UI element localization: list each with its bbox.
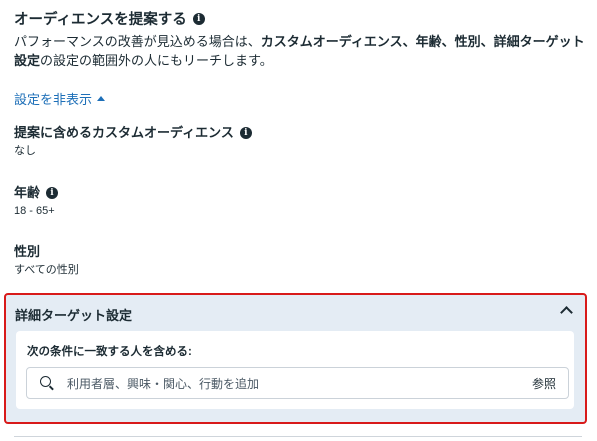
suggest-desc-suffix: の設定の範囲外の人にもリーチします。 (40, 53, 273, 68)
chevron-up-icon[interactable] (560, 306, 573, 319)
browse-button[interactable]: 参照 (532, 375, 556, 392)
hide-settings-label: 設定を非表示 (14, 92, 93, 107)
suggest-audience-title-text: オーディエンスを提案する (14, 12, 187, 28)
age-field: 年齢 i 18 - 65+ (14, 184, 59, 219)
targeting-search-input[interactable] (65, 372, 509, 396)
hide-settings-link[interactable]: 設定を非表示 (14, 89, 106, 108)
detailed-targeting-panel: 次の条件に一致する人を含める: 参照 (16, 331, 574, 409)
detailed-targeting-title: 詳細ターゲット設定 (15, 308, 133, 323)
caret-up-icon (97, 96, 106, 102)
suggest-desc-prefix: パフォーマンスの改善が見込める場合は、 (14, 34, 261, 49)
gender-value: すべての性別 (14, 264, 79, 276)
age-value: 18 - 65+ (14, 205, 55, 217)
search-icon (40, 376, 51, 387)
suggest-audience-title: オーディエンスを提案する i (14, 10, 589, 30)
gender-field: 性別 すべての性別 (14, 243, 79, 278)
custom-audience-label: 提案に含めるカスタムオーディエンス i (14, 124, 252, 142)
custom-audience-label-text: 提案に含めるカスタムオーディエンス (14, 125, 234, 140)
detailed-targeting-section: 詳細ターゲット設定 次の条件に一致する人を含める: 参照 (4, 293, 587, 424)
suggest-audience-description: パフォーマンスの改善が見込める場合は、カスタムオーディエンス、年齢、性別、詳細タ… (14, 32, 589, 70)
age-label: 年齢 i (14, 184, 59, 202)
include-people-label: 次の条件に一致する人を含める: (27, 346, 192, 358)
gender-label: 性別 (14, 244, 41, 259)
age-label-text: 年齢 (14, 185, 41, 200)
section-divider (14, 436, 582, 437)
custom-audience-value: なし (14, 145, 36, 157)
info-icon[interactable]: i (239, 126, 252, 139)
info-icon[interactable]: i (46, 186, 59, 199)
info-icon[interactable]: i (192, 13, 205, 26)
suggest-audience-section: オーディエンスを提案する i パフォーマンスの改善が見込める場合は、カスタムオーデ… (14, 10, 589, 70)
custom-audience-field: 提案に含めるカスタムオーディエンス i なし (14, 124, 252, 159)
targeting-search-box[interactable]: 参照 (26, 367, 569, 399)
